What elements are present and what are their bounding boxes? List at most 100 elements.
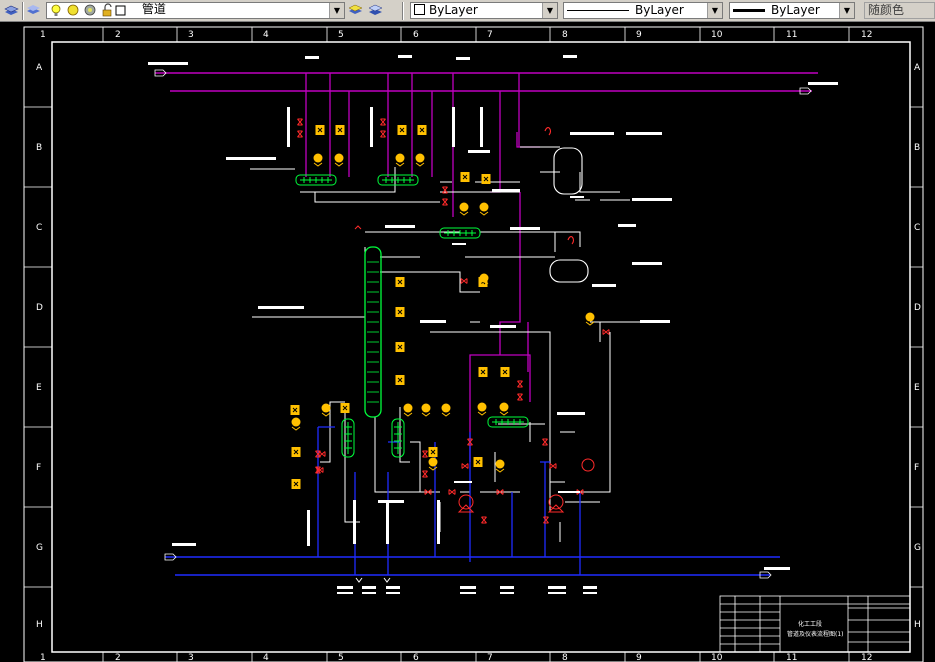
lineweight-control-dropdown[interactable]: ByLayer ▼ <box>729 2 855 19</box>
color-control-dropdown[interactable]: ByLayer ▼ <box>410 2 558 19</box>
drawing-border <box>23 26 924 662</box>
heat-exchangers <box>295 174 529 458</box>
gate-valve <box>602 329 610 335</box>
row-label-left: H <box>36 620 43 630</box>
gate-valve <box>461 463 469 469</box>
gate-valve <box>517 393 523 401</box>
unlock-icon <box>102 3 112 17</box>
gate-valve <box>460 278 468 284</box>
control-valve <box>441 403 451 417</box>
control-valve <box>403 403 413 417</box>
gate-valve <box>318 451 326 457</box>
make-object-layer-current-icon[interactable] <box>348 3 363 18</box>
color-swatch <box>414 4 425 15</box>
row-label-right: B <box>914 143 920 153</box>
layer-name: 管道 <box>141 2 166 16</box>
row-label-left: G <box>36 543 43 553</box>
instrument-tag <box>290 404 300 416</box>
control-valve <box>313 153 323 167</box>
process-lines-white <box>250 146 640 542</box>
column-label-top: 9 <box>636 30 642 40</box>
row-label-right: C <box>914 223 920 233</box>
color-control-value: ByLayer <box>429 3 478 17</box>
instrument-tag <box>417 124 427 136</box>
control-valve <box>428 457 438 471</box>
column-label-bottom: 7 <box>487 653 493 662</box>
utility-header-labels <box>148 55 838 570</box>
column-label-top: 4 <box>263 30 269 40</box>
instrument-tag <box>428 446 438 458</box>
title-block-line2: 管道及仪表流程图(1) <box>787 630 844 638</box>
instrument-tag <box>395 306 405 318</box>
control-valve <box>334 153 344 167</box>
instrument-tag <box>397 124 407 136</box>
column-label-top: 12 <box>861 30 872 40</box>
chevron-down-icon[interactable]: ▼ <box>707 3 722 18</box>
column-label-top: 3 <box>188 30 194 40</box>
utility-header-lines <box>154 69 818 579</box>
instrument-tag <box>473 456 483 468</box>
column-label-bottom: 3 <box>188 653 194 662</box>
chevron-down-icon[interactable]: ▼ <box>542 3 557 18</box>
row-label-left: A <box>36 63 43 73</box>
distillation-column <box>354 225 382 418</box>
column-label-bottom: 8 <box>562 653 568 662</box>
row-label-right: A <box>914 63 921 73</box>
drawing-canvas[interactable]: 112233445566778899101011111212A AB BC CD DE E… <box>0 22 935 662</box>
row-label-left: E <box>36 383 42 393</box>
gate-valve <box>549 463 557 469</box>
row-label-right: G <box>914 543 921 553</box>
column-label-bottom: 1 <box>40 653 46 662</box>
instrument-tag <box>315 124 325 136</box>
linetype-control-dropdown[interactable]: ByLayer ▼ <box>563 2 723 19</box>
instrument-tag <box>395 374 405 386</box>
instrument-tag <box>478 366 488 378</box>
instrument-tag <box>291 478 301 490</box>
gate-valve <box>380 118 386 126</box>
lineweight-sample <box>733 9 765 12</box>
chevron-down-icon[interactable]: ▼ <box>329 3 344 18</box>
instrument-tag <box>395 341 405 353</box>
gate-valve <box>422 450 428 458</box>
plotstyle-control-value: 随颜色 <box>868 3 905 17</box>
column-label-bottom: 2 <box>115 653 121 662</box>
control-valve <box>415 153 425 167</box>
chevron-down-icon[interactable]: ▼ <box>839 3 854 18</box>
column-label-bottom: 11 <box>786 653 797 662</box>
line-tags <box>226 107 672 594</box>
layer-dropdown[interactable]: 管道 ▼ <box>46 2 345 19</box>
row-label-right: E <box>914 383 920 393</box>
column-label-top: 1 <box>40 30 46 40</box>
row-label-right: H <box>914 620 921 630</box>
instrument-tag <box>481 173 491 185</box>
instrument-tag <box>395 276 405 288</box>
lineweight-control-value: ByLayer <box>771 3 820 17</box>
gate-valve <box>297 130 303 138</box>
control-valve <box>479 202 489 216</box>
row-label-left: F <box>36 463 41 473</box>
control-valve <box>459 202 469 216</box>
viewport-freeze-icon <box>84 4 96 16</box>
linetype-control-value: ByLayer <box>635 3 684 17</box>
gate-valve <box>380 130 386 138</box>
layer-manager-icon[interactable] <box>4 3 19 18</box>
plotstyle-control-dropdown[interactable]: 随颜色 <box>864 2 935 19</box>
gate-valve <box>297 118 303 126</box>
layer-color-swatch <box>115 5 126 16</box>
instrument-tag <box>291 446 301 458</box>
gate-valve <box>542 438 548 446</box>
row-label-left: B <box>36 143 42 153</box>
column-label-bottom: 12 <box>861 653 872 662</box>
gate-valve <box>422 470 428 478</box>
control-valve <box>321 403 331 417</box>
layer-state-icon[interactable] <box>26 3 41 18</box>
column-label-bottom: 6 <box>413 653 419 662</box>
layer-previous-icon[interactable] <box>368 3 383 18</box>
column-label-top: 6 <box>413 30 419 40</box>
row-label-left: C <box>36 223 42 233</box>
gate-valve <box>448 489 456 495</box>
linetype-sample <box>567 10 629 11</box>
gate-valve <box>543 516 549 524</box>
column-label-bottom: 9 <box>636 653 642 662</box>
column-label-top: 8 <box>562 30 568 40</box>
